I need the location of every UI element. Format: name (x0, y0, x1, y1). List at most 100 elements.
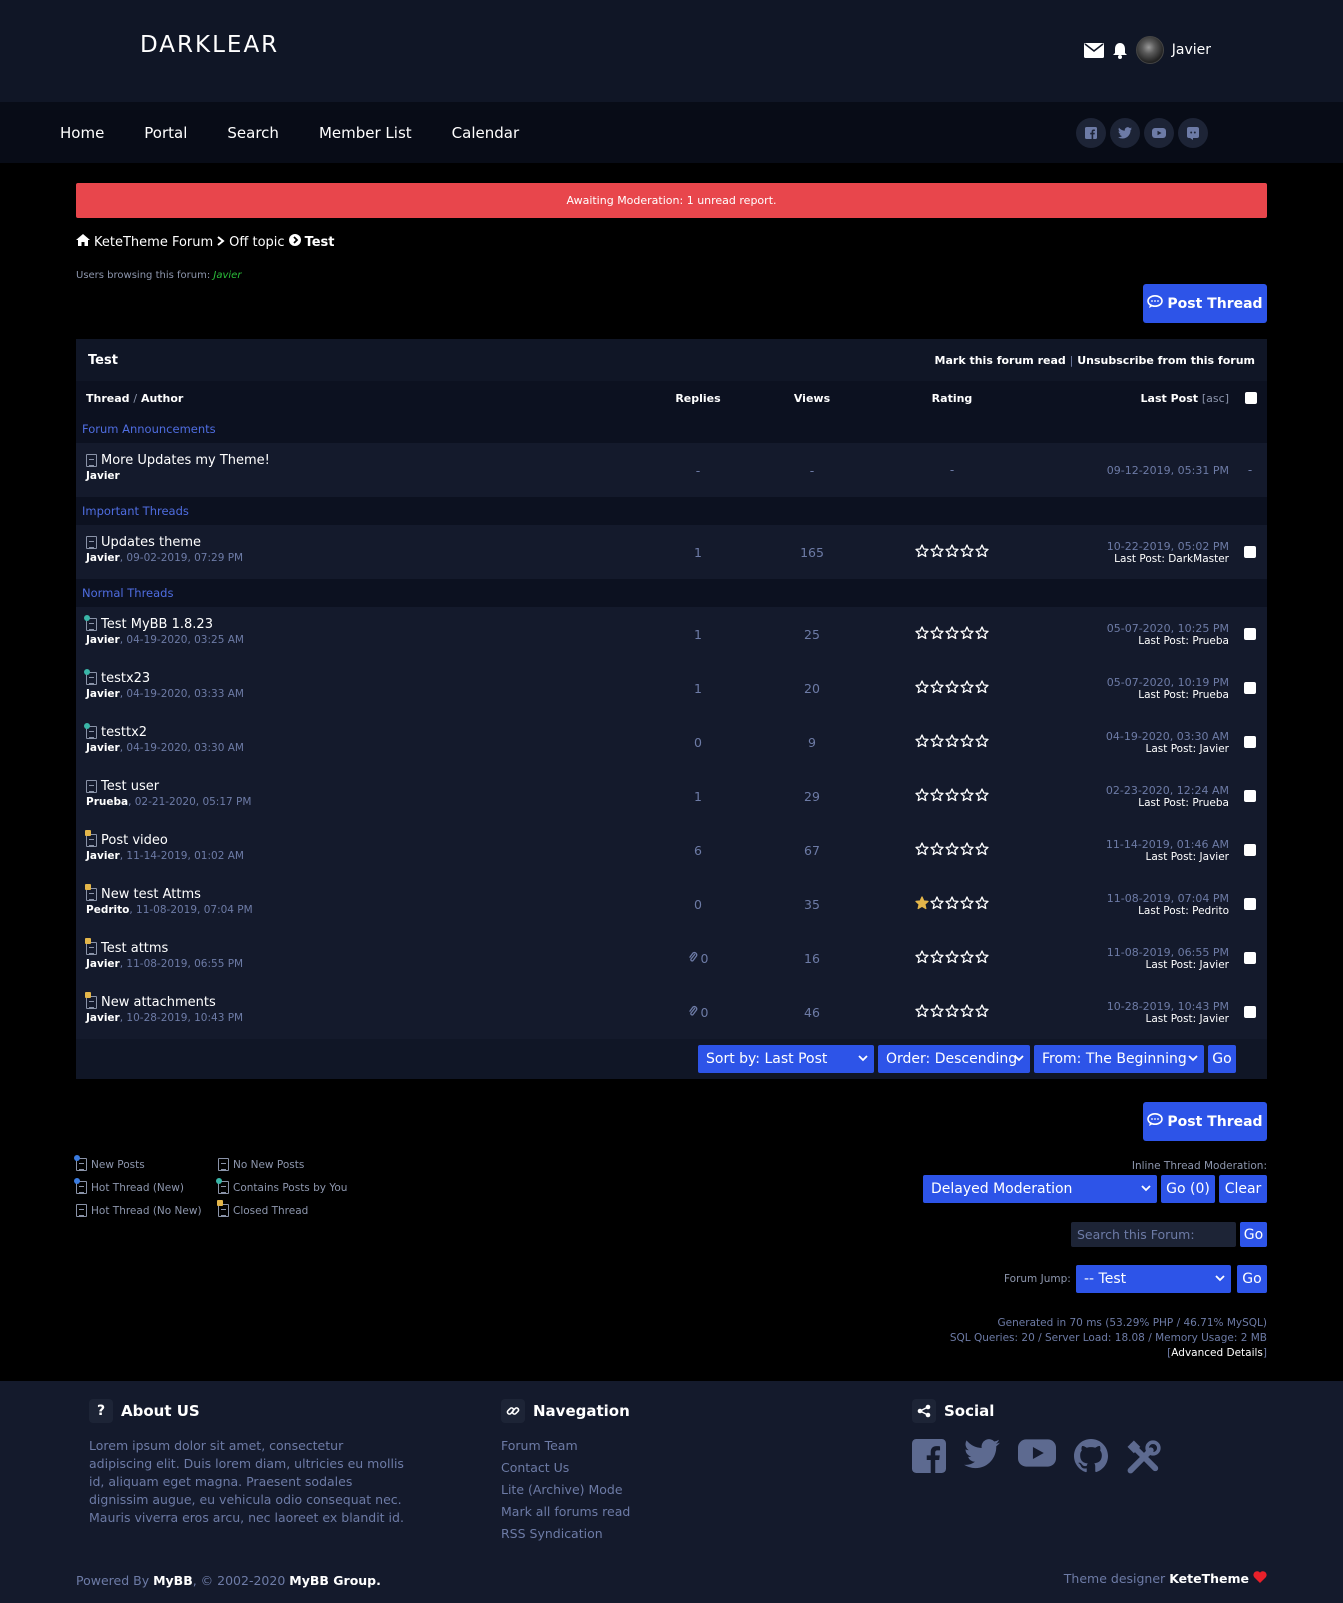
twitter-icon[interactable] (1110, 118, 1140, 148)
thread-replies-count[interactable]: 6 (694, 843, 702, 858)
rating-star-icon[interactable] (975, 949, 989, 967)
thread-replies-count[interactable]: 1 (694, 789, 702, 804)
thread-rating[interactable] (915, 895, 989, 913)
username[interactable]: Javier (1172, 42, 1211, 58)
forum-jump-select[interactable]: -- Test (1076, 1265, 1231, 1293)
footer-link-archive[interactable]: Lite (Archive) Mode (501, 1479, 630, 1501)
thread-last-date[interactable]: 11-08-2019, 07:04 PM (1107, 892, 1229, 905)
rating-star-icon[interactable] (915, 787, 929, 805)
thread-last-date[interactable]: 04-19-2020, 03:30 AM (1106, 730, 1229, 743)
rating-star-icon[interactable] (930, 625, 944, 643)
thread-last-date[interactable]: 10-28-2019, 10:43 PM (1107, 1000, 1229, 1013)
thread-replies[interactable]: 0 (668, 985, 728, 1039)
last-post-user[interactable]: Prueba (1192, 797, 1229, 809)
thread-replies[interactable]: 0 (668, 931, 728, 985)
thread-replies-count[interactable]: 1 (694, 681, 702, 696)
rating-star-icon[interactable] (915, 1003, 929, 1021)
breadcrumb-home[interactable]: KeteTheme Forum (94, 235, 213, 250)
thread-rating[interactable] (915, 733, 989, 751)
thread-replies[interactable]: 1 (668, 769, 728, 823)
thread-checkbox[interactable] (1244, 1006, 1256, 1018)
footer-link-mark-all[interactable]: Mark all forums read (501, 1501, 630, 1523)
rating-star-icon[interactable] (975, 679, 989, 697)
last-post-user[interactable]: DarkMaster (1168, 553, 1229, 565)
thread-replies[interactable]: 1 (668, 607, 728, 661)
thread-replies[interactable]: 0 (668, 877, 728, 931)
moderation-go-button[interactable]: Go (0) (1161, 1175, 1215, 1203)
forum-jump-go-button[interactable]: Go (1237, 1265, 1267, 1293)
thread-rating[interactable] (915, 949, 989, 967)
col-asc[interactable]: [asc] (1202, 392, 1229, 405)
footer-link-team[interactable]: Forum Team (501, 1435, 630, 1457)
thread-rating[interactable] (915, 679, 989, 697)
thread-replies-count[interactable]: 0 (701, 1005, 709, 1020)
order-select[interactable]: Order: Descending (878, 1045, 1030, 1073)
thread-author[interactable]: Javier (86, 958, 120, 970)
thread-author[interactable]: Javier (86, 634, 120, 646)
rating-star-icon[interactable] (930, 733, 944, 751)
last-post-user[interactable]: Javier (1200, 743, 1229, 755)
rating-star-icon[interactable] (930, 841, 944, 859)
bell-icon[interactable] (1112, 42, 1128, 59)
thread-last-date[interactable]: 11-08-2019, 06:55 PM (1107, 946, 1229, 959)
rating-star-icon[interactable] (975, 841, 989, 859)
mybb-link[interactable]: MyBB (153, 1573, 193, 1588)
thread-last-date[interactable]: 11-14-2019, 01:46 AM (1106, 838, 1229, 851)
thread-last-date[interactable]: 05-07-2020, 10:19 PM (1107, 676, 1229, 689)
twitter-icon[interactable] (964, 1439, 1000, 1478)
thread-rating[interactable] (915, 625, 989, 643)
thread-rating[interactable] (915, 543, 989, 561)
rating-star-icon[interactable] (975, 787, 989, 805)
youtube-icon[interactable] (1144, 118, 1174, 148)
thread-replies[interactable]: 1 (668, 661, 728, 715)
col-thread[interactable]: Thread (86, 392, 130, 405)
rating-star-icon[interactable] (930, 679, 944, 697)
rating-star-icon[interactable] (915, 543, 929, 561)
rating-star-icon[interactable] (930, 949, 944, 967)
advanced-details-link[interactable]: Advanced Details (1171, 1347, 1263, 1359)
thread-title[interactable]: New attachments (101, 995, 216, 1010)
tools-icon[interactable] (1126, 1439, 1162, 1478)
thread-rating[interactable] (915, 1003, 989, 1021)
rating-star-icon[interactable] (915, 895, 929, 913)
rating-star-icon[interactable] (960, 1003, 974, 1021)
thread-checkbox[interactable] (1244, 628, 1256, 640)
nav-member-list[interactable]: Member List (319, 124, 412, 142)
last-post-user[interactable]: Prueba (1192, 635, 1229, 647)
rating-star-icon[interactable] (975, 625, 989, 643)
rating-star-icon[interactable] (930, 1003, 944, 1021)
rating-star-icon[interactable] (945, 787, 959, 805)
col-rating[interactable]: Rating (912, 392, 992, 405)
discord-icon[interactable] (1178, 118, 1208, 148)
from-select[interactable]: From: The Beginning (1034, 1045, 1204, 1073)
thread-replies-count[interactable]: 0 (694, 735, 702, 750)
post-thread-button-top[interactable]: Post Thread (1143, 284, 1267, 323)
moderation-clear-button[interactable]: Clear (1219, 1175, 1267, 1203)
nav-search[interactable]: Search (227, 124, 279, 142)
thread-last-date[interactable]: 05-07-2020, 10:25 PM (1107, 622, 1229, 635)
rating-star-icon[interactable] (975, 733, 989, 751)
moderation-select[interactable]: Delayed Moderation (923, 1175, 1157, 1203)
thread-replies[interactable]: 1 (668, 525, 728, 579)
search-forum-input[interactable]: Search this Forum: (1071, 1222, 1236, 1247)
thread-title[interactable]: Test MyBB 1.8.23 (101, 617, 213, 632)
col-author[interactable]: Author (141, 392, 183, 405)
thread-title[interactable]: Test user (101, 779, 159, 794)
thread-checkbox[interactable] (1244, 844, 1256, 856)
thread-title[interactable]: Updates theme (101, 535, 201, 550)
rating-star-icon[interactable] (945, 625, 959, 643)
nav-portal[interactable]: Portal (144, 124, 187, 142)
rating-star-icon[interactable] (945, 895, 959, 913)
mail-icon[interactable] (1083, 42, 1104, 58)
rating-star-icon[interactable] (960, 949, 974, 967)
avatar[interactable] (1135, 36, 1164, 64)
thread-checkbox[interactable] (1244, 952, 1256, 964)
facebook-icon[interactable] (1076, 118, 1106, 148)
sort-go-button[interactable]: Go (1208, 1045, 1236, 1073)
thread-author[interactable]: Javier (86, 470, 120, 482)
rating-star-icon[interactable] (930, 895, 944, 913)
rating-star-icon[interactable] (915, 733, 929, 751)
col-replies[interactable]: Replies (668, 392, 728, 405)
thread-replies-count[interactable]: 0 (694, 897, 702, 912)
thread-author[interactable]: Javier (86, 742, 120, 754)
